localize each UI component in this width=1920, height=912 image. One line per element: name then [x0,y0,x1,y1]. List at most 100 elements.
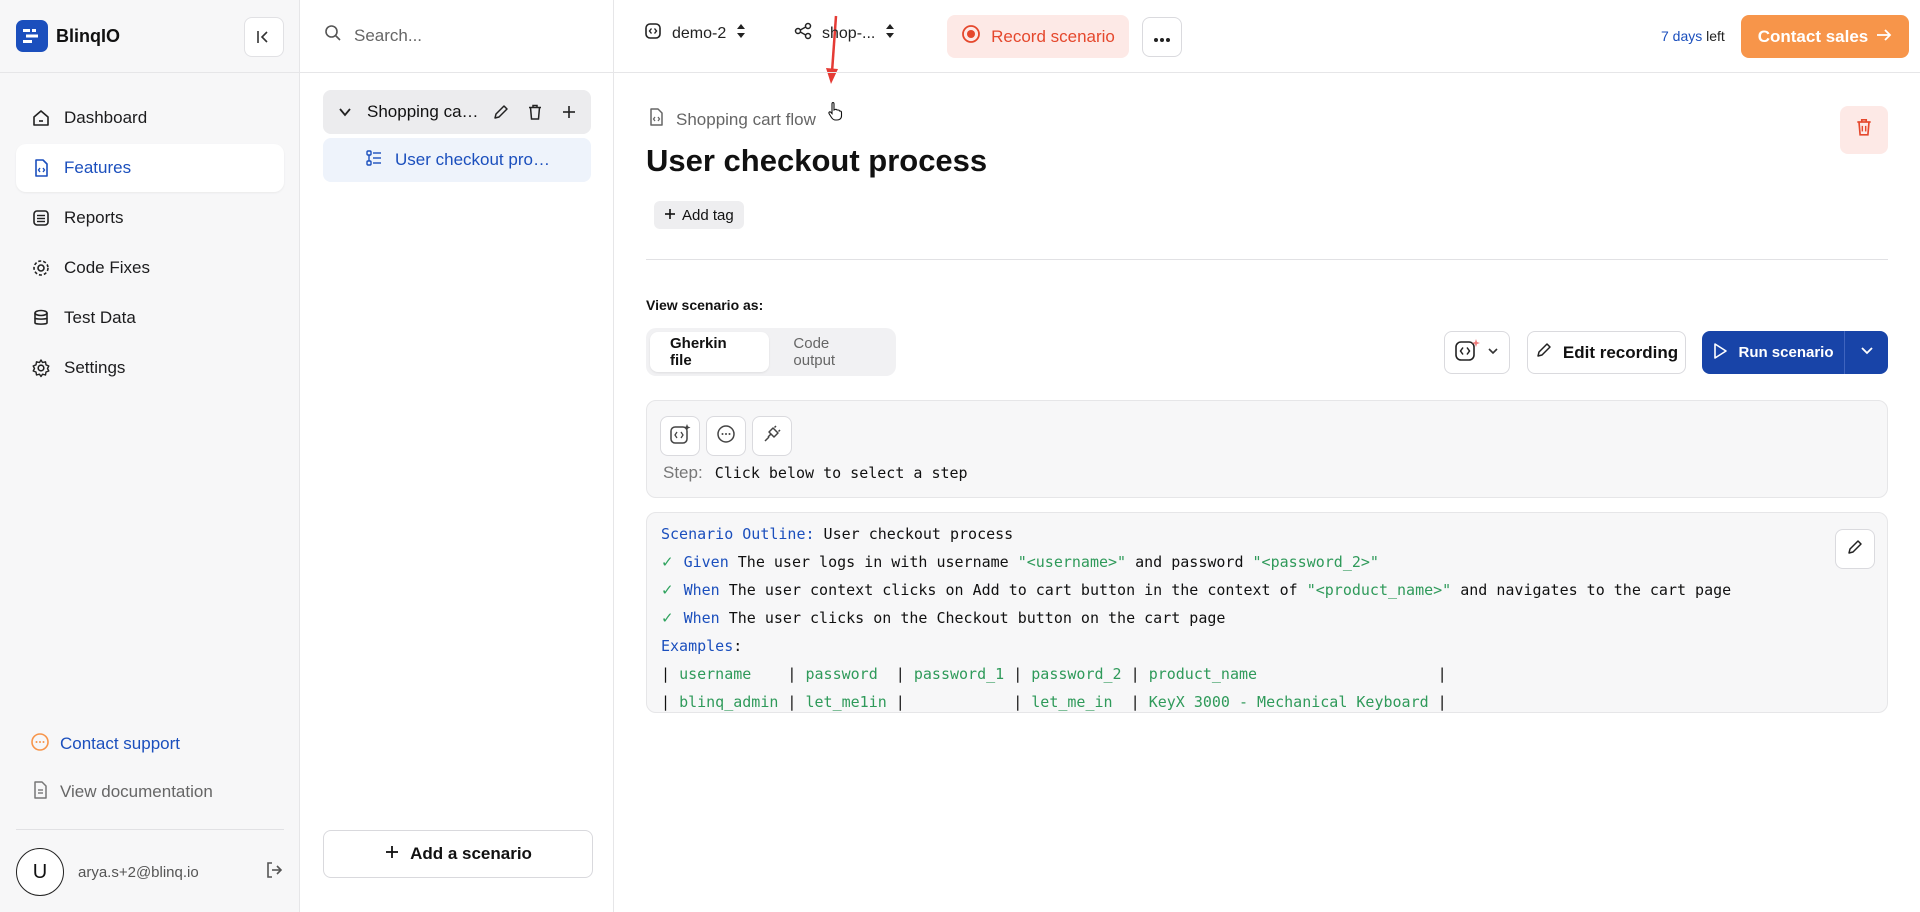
trash-icon[interactable] [523,100,547,124]
connect-plug-button[interactable] [752,416,792,456]
step-text: and password [1126,553,1253,571]
list-icon [30,207,52,229]
run-scenario-button[interactable]: Run scenario [1702,331,1888,374]
edit-pencil-icon[interactable] [489,100,513,124]
document-icon [30,780,50,805]
step-line[interactable]: ✓ When The user clicks on the Checkout bu… [661,609,1225,627]
feature-name: Shopping cart flow [367,102,479,121]
step-text: The user clicks on the Checkout button o… [719,609,1226,627]
table-cell: let_me1in [805,693,887,711]
sidebar-divider [0,72,300,73]
user-profile: U arya.s+2@blinq.io [16,848,284,896]
examples-line[interactable]: Examples: [661,637,742,655]
gherkin-keyword: Examples [661,637,734,655]
avatar[interactable]: U [16,848,64,896]
page-title: User checkout process [646,143,988,178]
view-documentation-link[interactable]: View documentation [16,768,284,816]
nav-item-settings[interactable]: Settings [16,344,284,392]
check-icon: ✓ [661,581,674,599]
scenario-row[interactable]: User checkout process [323,138,591,182]
step-param: "<password_2>" [1252,553,1379,571]
nav-item-features[interactable]: Features [16,144,284,192]
chevron-down-icon [1487,344,1499,362]
contact-sales-button[interactable]: Contact sales [1741,15,1909,58]
play-icon [1712,342,1728,364]
arrow-right-icon [1876,27,1892,47]
plus-icon[interactable] [557,100,581,124]
run-options-dropdown[interactable] [1844,331,1888,374]
comment-button[interactable] [706,416,746,456]
sort-updown-icon [736,23,746,44]
step-line[interactable]: ✓ Given The user logs in with username "<… [661,553,1379,571]
plus-icon [664,207,676,224]
nav-item-code-fixes[interactable]: Code Fixes [16,244,284,292]
app-selector[interactable]: shop-... [794,22,895,45]
content-divider [646,259,1888,260]
top-bar: demo-2 shop-... Record scenario 7 days l… [614,0,1920,73]
nav-item-dashboard[interactable]: Dashboard [16,94,284,142]
add-scenario-button[interactable]: Add a scenario [323,830,593,878]
feature-row[interactable]: Shopping cart flow [323,90,591,134]
feature-file-icon [646,107,666,132]
step-value: Click below to select a step [714,464,968,482]
table-cell: password_1 [913,665,1005,683]
examples-header-row[interactable]: | username | password | password_1 | pas… [661,665,1447,683]
sidebar-divider [16,829,284,830]
nav-item-reports[interactable]: Reports [16,194,284,242]
scenario-outline-line[interactable]: Scenario Outline: User checkout process [661,525,1013,543]
table-cell: password [805,665,887,683]
plus-icon [384,844,400,865]
edit-pencil-icon [1846,538,1864,560]
delete-scenario-button[interactable] [1840,106,1888,154]
search-icon [324,24,342,47]
table-cell: KeyX 3000 - Mechanical Keyboard [1148,693,1429,711]
nav-label: Test Data [64,308,136,327]
collapse-left-icon [257,31,268,43]
breadcrumb[interactable]: Shopping cart flow [646,107,816,132]
tab-code-output[interactable]: Code output [773,332,892,372]
contact-support-link[interactable]: Contact support [16,720,284,768]
database-icon [30,307,52,329]
record-scenario-button[interactable]: Record scenario [947,15,1129,58]
more-horizontal-icon [1153,27,1171,48]
more-options-button[interactable] [1142,17,1182,57]
check-icon: ✓ [661,553,674,571]
ai-sparkle-icon [1455,338,1481,367]
edit-gherkin-button[interactable] [1835,529,1875,569]
add-tag-button[interactable]: Add tag [654,201,744,229]
logout-icon[interactable] [264,860,284,885]
table-cell: blinq_admin [679,693,779,711]
chevron-down-icon[interactable] [333,100,357,124]
gherkin-keyword: Scenario Outline: [661,525,815,543]
contact-sales-label: Contact sales [1757,26,1869,46]
trial-remaining: 7 days left [1661,28,1725,44]
project-icon [644,22,662,45]
examples-data-row[interactable]: | blinq_admin | let_me1in | | let_me_in … [661,693,1447,711]
sidebar-bottom-links: Contact support View documentation [16,720,284,816]
nav-label: Code Fixes [64,258,150,277]
step-text: and navigates to the cart page [1451,581,1732,599]
check-icon: ✓ [661,609,674,627]
project-selector[interactable]: demo-2 [644,22,746,45]
scenario-name: User checkout process [395,150,555,169]
step-param: "<username>" [1017,553,1127,571]
brand-logo[interactable]: BlinqIO [16,20,120,52]
trial-suffix: left [1706,28,1725,44]
nav-item-test-data[interactable]: Test Data [16,294,284,342]
blinqio-logo-icon [16,20,48,52]
brand-name: BlinqIO [56,25,120,46]
step-line[interactable]: ✓ When The user context clicks on Add to … [661,581,1731,599]
gear-icon [30,257,52,279]
ai-sparkle-icon [669,423,691,450]
ai-step-button[interactable] [660,416,700,456]
tab-gherkin-file[interactable]: Gherkin file [650,332,770,372]
search-box[interactable]: Search... [324,24,422,47]
table-cell: password_2 [1031,665,1122,683]
tree-divider [300,72,614,73]
collapse-sidebar-button[interactable] [244,17,284,57]
nav-label: Dashboard [64,108,148,127]
search-input[interactable]: Search... [354,26,422,46]
run-scenario-main[interactable]: Run scenario [1702,331,1844,374]
ai-assist-button[interactable] [1444,331,1510,374]
edit-recording-button[interactable]: Edit recording [1527,331,1686,374]
